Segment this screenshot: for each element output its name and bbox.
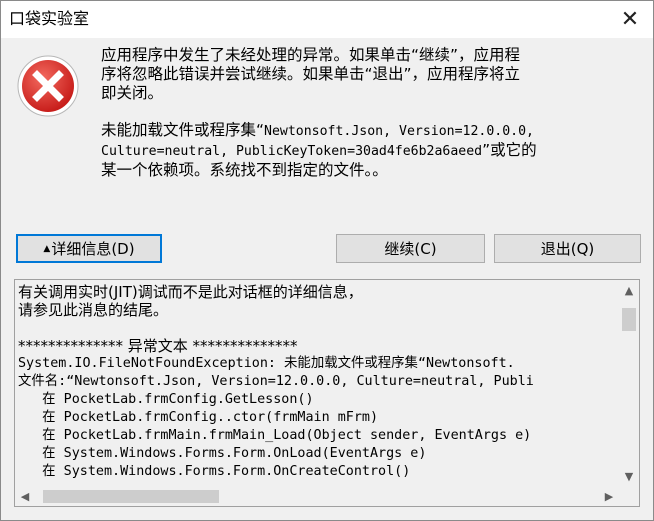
continue-button[interactable]: 继续(C) bbox=[336, 234, 485, 263]
message-line: 即关闭。 bbox=[101, 84, 164, 102]
details-line: 在 PocketLab.frmConfig.GetLesson() bbox=[18, 392, 314, 407]
window-title: 口袋实验室 bbox=[9, 9, 90, 28]
details-line: System.IO.FileNotFoundException: 未能加载文件或… bbox=[18, 356, 515, 371]
details-line: 请参见此消息的结尾。 bbox=[18, 301, 169, 319]
error-message: 应用程序中发生了未经处理的异常。如果单击“继续”，应用程 序将忽略此错误并尝试继… bbox=[101, 46, 621, 180]
scrollbar-corner bbox=[619, 486, 639, 506]
error-dialog: 口袋实验室 ✕ 应用程序中发生了未经处理的异常。如果单击“继续”，应用程 序将忽… bbox=[0, 0, 654, 521]
scroll-down-arrow-icon[interactable]: ▼ bbox=[619, 466, 639, 486]
details-line: 文件名:“Newtonsoft.Json, Version=12.0.0.0, … bbox=[18, 374, 534, 389]
message-line: 应用程序中发生了未经处理的异常。如果单击“继续”，应用程 bbox=[101, 46, 521, 64]
detail-suffix: ”或它的 bbox=[482, 141, 537, 159]
details-line: 有关调用实时(JIT)调试而不是此对话框的详细信息， bbox=[18, 283, 363, 301]
details-line: ************** 异常文本 ************** bbox=[18, 337, 298, 355]
close-button[interactable]: ✕ bbox=[607, 1, 653, 38]
error-icon bbox=[17, 55, 79, 117]
quit-button[interactable]: 退出(Q) bbox=[494, 234, 641, 263]
message-detail: 未能加载文件或程序集“Newtonsoft.Json, Version=12.0… bbox=[101, 121, 621, 180]
detail-line: 某一个依赖项。系统找不到指定的文件。。 bbox=[101, 161, 388, 179]
assembly-culture: Culture=neutral, PublicKeyToken=30ad4fe6… bbox=[101, 144, 483, 159]
collapse-triangle-icon: ▲ bbox=[43, 243, 51, 254]
horizontal-scroll-thumb[interactable] bbox=[43, 490, 219, 503]
scroll-left-arrow-icon[interactable]: ◀ bbox=[15, 486, 35, 506]
title-bar[interactable]: 口袋实验室 ✕ bbox=[1, 1, 653, 38]
exception-details-text[interactable]: 有关调用实时(JIT)调试而不是此对话框的详细信息， 请参见此消息的结尾。 ****… bbox=[18, 283, 614, 483]
exception-details-textbox[interactable]: 有关调用实时(JIT)调试而不是此对话框的详细信息， 请参见此消息的结尾。 ****… bbox=[14, 279, 640, 507]
vertical-scrollbar[interactable]: ▲ ▼ bbox=[619, 280, 639, 486]
message-summary: 应用程序中发生了未经处理的异常。如果单击“继续”，应用程 序将忽略此错误并尝试继… bbox=[101, 46, 621, 103]
scroll-right-arrow-icon[interactable]: ▶ bbox=[599, 486, 619, 506]
continue-button-label: 继续(C) bbox=[384, 240, 437, 258]
horizontal-scrollbar[interactable]: ◀ ▶ bbox=[15, 486, 619, 506]
scroll-up-arrow-icon[interactable]: ▲ bbox=[619, 280, 639, 300]
quit-button-label: 退出(Q) bbox=[540, 240, 595, 258]
detail-prefix: 未能加载文件或程序集“ bbox=[101, 121, 265, 139]
details-line: 在 System.Windows.Forms.Form.OnCreateCont… bbox=[18, 464, 411, 479]
details-button[interactable]: ▲ 详细信息(D) bbox=[16, 234, 162, 263]
message-line: 序将忽略此错误并尝试继续。如果单击“退出”，应用程序将立 bbox=[101, 65, 521, 83]
details-button-label: 详细信息(D) bbox=[51, 240, 135, 258]
assembly-name: Newtonsoft.Json, Version=12.0.0.0, bbox=[264, 124, 534, 139]
vertical-scroll-thumb[interactable] bbox=[622, 308, 636, 331]
details-line: 在 System.Windows.Forms.Form.OnLoad(Event… bbox=[18, 446, 427, 461]
details-line: 在 PocketLab.frmMain.frmMain_Load(Object … bbox=[18, 428, 532, 443]
details-line: 在 PocketLab.frmConfig..ctor(frmMain mFrm… bbox=[18, 410, 379, 425]
details-line bbox=[18, 319, 614, 337]
